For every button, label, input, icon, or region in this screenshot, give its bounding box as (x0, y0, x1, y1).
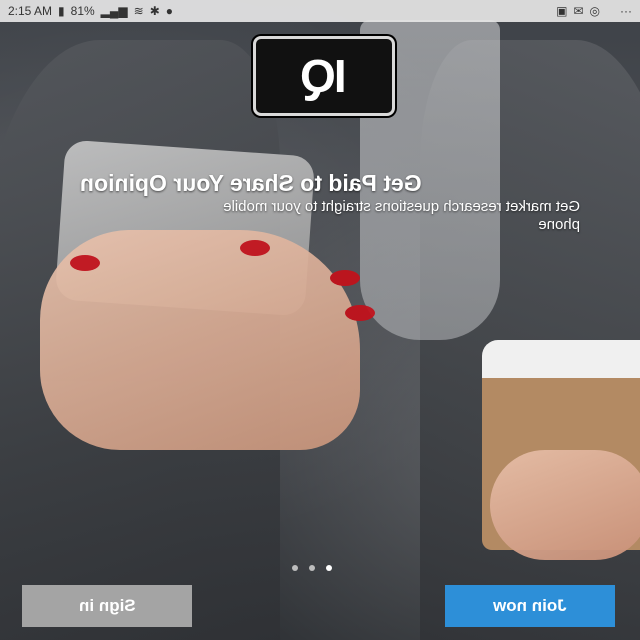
status-right: ▣ ✉ ◎ ··· (556, 5, 632, 17)
nail (70, 255, 100, 271)
sign-in-label: Sign in (78, 596, 136, 615)
signal-icon: ▂▄▆ (100, 4, 128, 18)
pager-dots (292, 565, 332, 571)
status-time: 2:15 AM (8, 4, 53, 18)
nail (345, 305, 375, 321)
background-hand (40, 230, 375, 450)
battery-icon: ▮ (58, 4, 65, 18)
sign-in-button[interactable]: Sign in (22, 585, 192, 627)
location-icon: ● (165, 4, 174, 18)
pager-dot-active[interactable] (326, 565, 332, 571)
pager-dot[interactable] (309, 565, 315, 571)
app-screen: 2:15 AM ▮ 81% ▂▄▆ ≋ ✱ ● ▣ ✉ ◎ ··· IQ Get… (0, 0, 640, 640)
mail-icon: ✉ (573, 4, 584, 18)
sync-icon: ◎ (589, 4, 600, 18)
battery-percent: 81% (70, 4, 95, 18)
pager-dot[interactable] (292, 565, 298, 571)
bluetooth-icon: ✱ (149, 4, 160, 18)
headline: Get Paid to Share Your Opinion (80, 170, 422, 196)
join-now-label: Join now (493, 596, 567, 615)
overflow-icon: ··· (620, 4, 632, 18)
logo-text: IQ (301, 50, 347, 102)
app-logo: IQ (253, 36, 395, 116)
status-left: 2:15 AM ▮ 81% ▂▄▆ ≋ ✱ ● (8, 5, 173, 17)
wifi-icon: ≋ (133, 4, 144, 18)
nail (330, 270, 360, 286)
notification-icon: ▣ (556, 4, 568, 18)
subtitle: Get market research questions straight t… (223, 198, 580, 233)
background-cup-hand (490, 450, 640, 560)
join-now-button[interactable]: Join now (445, 585, 615, 627)
status-bar: 2:15 AM ▮ 81% ▂▄▆ ≋ ✱ ● ▣ ✉ ◎ ··· (0, 0, 640, 22)
nail (240, 240, 270, 256)
